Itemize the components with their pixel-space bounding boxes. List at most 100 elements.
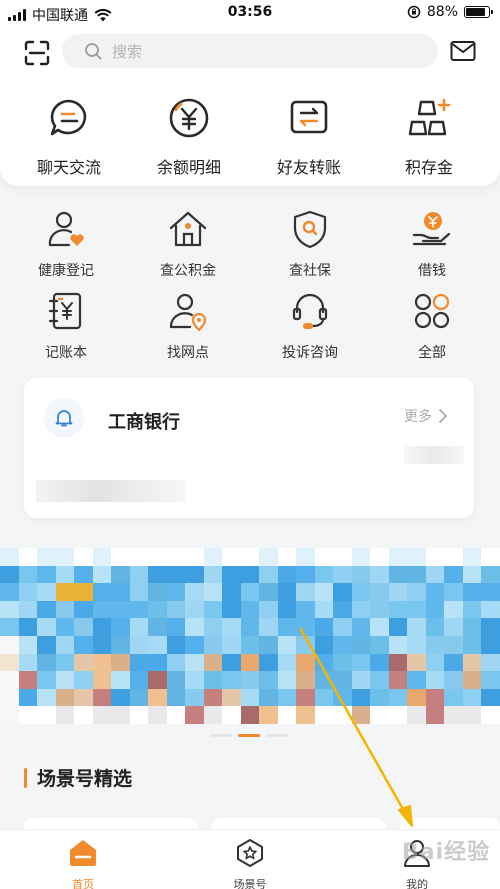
banner-pixel (222, 565, 241, 584)
banner-pixel (55, 706, 75, 724)
banner-pixel (314, 600, 334, 619)
service-complaint-consult[interactable]: 投诉咨询 (255, 290, 365, 362)
watermark-logo: Bai经验 (402, 840, 491, 865)
banner-pixel (462, 600, 482, 619)
battery-icon (464, 6, 493, 18)
mail-icon[interactable] (450, 40, 476, 62)
banner-pixel (407, 600, 426, 619)
banner-pixel (0, 653, 19, 672)
banner-pixel (462, 636, 482, 654)
banner-pixel (314, 636, 334, 654)
banner-pixel (203, 583, 223, 601)
banner-pixel (0, 565, 19, 584)
banner-pixel (55, 636, 75, 654)
banner-pixel (0, 636, 19, 654)
tab-scenes[interactable]: 场景号 (210, 838, 290, 889)
banner-pixel (259, 565, 278, 584)
health-person-icon (48, 211, 84, 247)
carousel-indicator (210, 734, 288, 737)
banner-pixel (296, 636, 315, 654)
banner-pixel (240, 565, 260, 584)
banner-pixel (296, 671, 315, 689)
banner-pixel (129, 653, 149, 672)
banner-pixel (74, 671, 93, 689)
banner-pixel (185, 618, 204, 636)
banner-pixel (351, 706, 371, 724)
banner-pixel (37, 548, 56, 566)
service-ledger[interactable]: 记账本 (11, 290, 121, 362)
banner-pixel (111, 671, 130, 689)
tab-label: 我的 (406, 878, 428, 889)
banner-pixel (148, 688, 167, 707)
quick-action-gold[interactable]: 积存金 (374, 96, 484, 178)
search-bar[interactable]: 搜索 (62, 34, 438, 68)
banner-pixel (74, 618, 93, 636)
banner-pixel (37, 688, 56, 707)
service-housing-fund[interactable]: 查公积金 (133, 208, 243, 280)
banner-pixel (425, 565, 445, 584)
banner-pixel (129, 688, 149, 707)
banner-pixel (37, 653, 56, 672)
banner-pixel (203, 688, 223, 707)
bank-name: 工商银行 (108, 412, 180, 433)
banner-pixel (407, 583, 426, 601)
service-borrow-money[interactable]: 借钱 (377, 208, 487, 280)
banner-pixel (277, 636, 297, 654)
tab-label: 场景号 (233, 878, 267, 889)
quick-action-label: 余额明细 (156, 158, 221, 177)
banner-pixel (129, 565, 149, 584)
bank-card[interactable]: 工商银行 更多 (24, 378, 474, 518)
banner-pixel (351, 688, 371, 707)
banner-pixel (462, 688, 482, 707)
banner-pixel (203, 653, 223, 672)
service-social-security[interactable]: 查社保 (255, 208, 365, 280)
service-all[interactable]: 全部 (377, 290, 487, 362)
banner-pixel (314, 565, 334, 584)
banner-pixel (351, 618, 371, 636)
banner-pixel (74, 653, 93, 672)
more-link[interactable]: 更多 (404, 406, 448, 426)
banner-pixel (222, 671, 241, 689)
banner-pixel (444, 636, 463, 654)
quick-action-balance[interactable]: 余额明细 (134, 96, 244, 178)
quick-action-label: 好友转账 (276, 158, 341, 177)
service-health-registration[interactable]: 健康登记 (11, 208, 121, 280)
transfer-icon (290, 100, 328, 134)
banner-pixel (0, 583, 19, 601)
banner-pixel (370, 688, 389, 707)
promo-banner-redacted[interactable] (0, 548, 500, 724)
banner-pixel (129, 636, 149, 654)
banner-pixel (185, 600, 204, 619)
banner-pixel (185, 636, 204, 654)
banner-pixel (444, 618, 463, 636)
tab-home[interactable]: 首页 (43, 838, 123, 889)
banner-pixel (277, 583, 297, 601)
banner-pixel (185, 706, 204, 724)
banner-pixel (203, 671, 223, 689)
banner-pixel (37, 600, 56, 619)
banner-pixel (444, 565, 463, 584)
banner-pixel (444, 706, 463, 724)
quick-action-chat[interactable]: 聊天交流 (14, 96, 124, 178)
banner-pixel (203, 600, 223, 619)
banner-pixel (407, 706, 426, 724)
quick-action-transfer[interactable]: 好友转账 (254, 96, 364, 178)
rotation-lock-icon (407, 5, 421, 19)
banner-pixel (425, 653, 445, 672)
banner-pixel (222, 548, 241, 566)
banner-pixel (259, 653, 278, 672)
scan-icon[interactable] (24, 40, 50, 66)
banner-pixel (425, 618, 445, 636)
banner-pixel (388, 671, 408, 689)
yuan-coin-icon (169, 98, 209, 138)
service-find-branch[interactable]: 找网点 (133, 290, 243, 362)
banner-pixel (129, 706, 149, 724)
banner-pixel (462, 706, 482, 724)
banner-pixel (203, 618, 223, 636)
banner-pixel (407, 671, 426, 689)
banner-pixel (481, 653, 500, 672)
banner-pixel (351, 600, 371, 619)
banner-pixel (166, 548, 186, 566)
chevron-right-icon (439, 409, 447, 423)
banner-pixel (166, 671, 186, 689)
